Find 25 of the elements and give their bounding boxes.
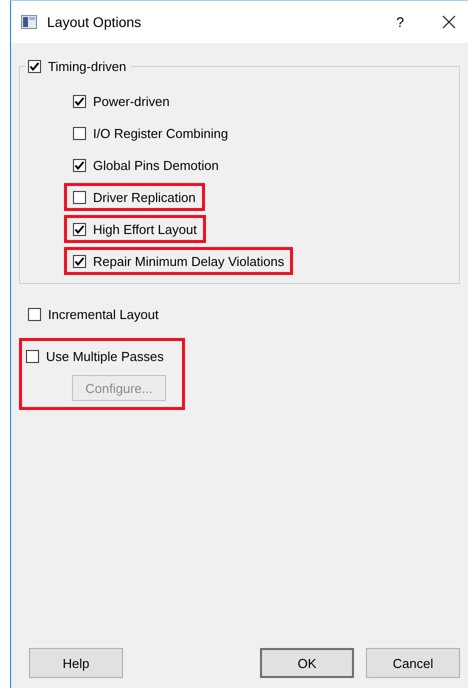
window-title: Layout Options	[47, 14, 142, 30]
checkbox-label[interactable]: Timing-driven	[48, 58, 126, 74]
checkbox[interactable]	[26, 350, 39, 362]
dialog-button[interactable]: Help	[29, 648, 123, 678]
checkbox-label[interactable]: High Effort Layout	[93, 222, 197, 236]
checkbox[interactable]	[28, 308, 41, 320]
checkbox[interactable]	[73, 158, 86, 172]
checkbox-label[interactable]: Driver Replication	[93, 190, 196, 204]
window-icon	[21, 15, 37, 29]
checkbox[interactable]	[73, 94, 86, 108]
checkbox-label[interactable]: Power-driven	[93, 94, 170, 108]
checkbox[interactable]	[73, 190, 86, 204]
checkbox[interactable]	[73, 222, 86, 236]
checkbox-label[interactable]: Repair Minimum Delay Violations	[93, 254, 284, 268]
dialog-button[interactable]: Cancel	[366, 648, 460, 678]
checkbox-label[interactable]: I/O Register Combining	[93, 126, 228, 140]
checkbox-label[interactable]: Use Multiple Passes	[46, 348, 164, 364]
close-icon[interactable]	[442, 15, 456, 29]
checkbox[interactable]	[28, 60, 41, 72]
dialog-button[interactable]: OK	[260, 648, 354, 678]
help-button[interactable]: ?	[396, 14, 404, 30]
checkbox[interactable]	[73, 254, 86, 268]
checkbox[interactable]	[73, 126, 86, 140]
checkbox-label[interactable]: Global Pins Demotion	[93, 158, 219, 172]
checkbox-label[interactable]: Incremental Layout	[48, 306, 159, 322]
